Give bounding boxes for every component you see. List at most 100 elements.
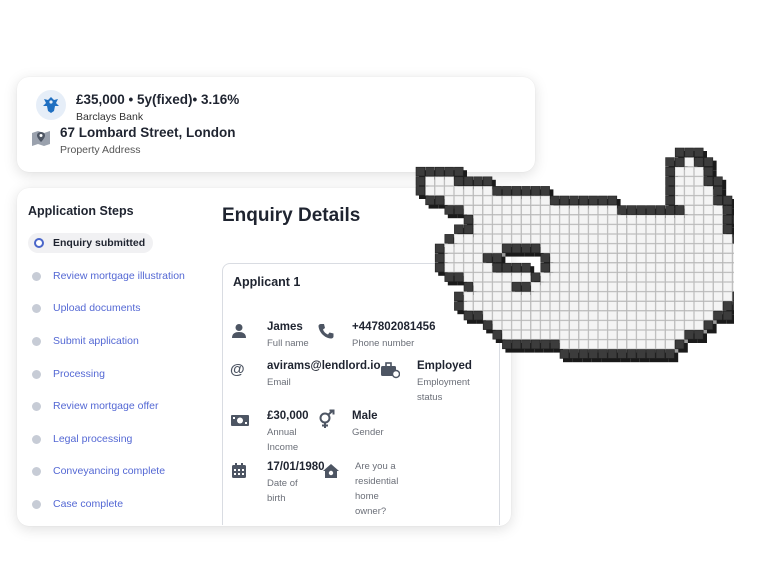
cursor-pixel (502, 301, 512, 311)
cursor-pixel (454, 272, 464, 282)
cursor-pixel (444, 243, 454, 254)
cursor-pixel (646, 262, 656, 273)
cursor-pixel (674, 234, 685, 244)
cursor-pixel (703, 176, 714, 186)
cursor-pixel (482, 253, 493, 263)
cursor-pixel (444, 176, 454, 186)
cursor-pixel (482, 320, 493, 330)
cursor-pixel (703, 157, 714, 167)
cursor-pixel (434, 176, 445, 186)
step-legal-processing[interactable]: Legal processing (28, 429, 132, 449)
cursor-pixel (617, 205, 627, 215)
cursor-pixel (588, 310, 598, 321)
step-label: Review mortgage illustration (53, 270, 185, 282)
cursor-pixel (530, 291, 541, 302)
cursor-pixel (511, 224, 522, 234)
cursor-pixel (655, 224, 666, 234)
cursor-pixel (665, 157, 675, 167)
step-review-mortgage-illustration[interactable]: Review mortgage illustration (28, 266, 185, 286)
cursor-pixel (559, 349, 570, 359)
cursor-pixel (588, 205, 598, 215)
cursor-pixel (626, 214, 637, 225)
income-value: £30,000 (267, 410, 309, 422)
cursor-pixel (665, 195, 675, 206)
cursor-pixel (569, 349, 579, 359)
gender-value: Male (352, 410, 378, 422)
cursor-pixel (655, 349, 666, 359)
cursor-pixel (674, 205, 685, 215)
cursor-pixel (434, 186, 445, 196)
bank-name: Barclays Bank (76, 111, 144, 123)
cursor-pixel (521, 282, 531, 292)
step-status-icon (32, 499, 41, 509)
cursor-pixel (492, 234, 502, 244)
cursor-pixel (540, 282, 550, 292)
cursor-pixel (588, 253, 598, 263)
home-icon (322, 462, 340, 480)
cursor-pixel (550, 262, 560, 273)
step-processing[interactable]: Processing (28, 364, 105, 384)
cursor-pixel (511, 301, 522, 311)
cursor-pixel (646, 205, 656, 215)
cursor-pixel (636, 339, 646, 350)
cursor-pixel (550, 243, 560, 254)
cursor-pixel (463, 272, 474, 282)
cursor-pixel (617, 320, 627, 330)
cursor-pixel (694, 157, 704, 167)
cursor-pixel (684, 147, 694, 158)
cursor-pixel (492, 301, 502, 311)
cursor-pixel (454, 186, 464, 196)
cursor-pixel (598, 205, 608, 215)
cursor-pixel (550, 301, 560, 311)
step-enquiry-submitted[interactable]: Enquiry submitted (28, 233, 154, 253)
cursor-pixel (636, 262, 646, 273)
cursor-pixel (511, 272, 522, 282)
cursor-pixel (655, 205, 666, 215)
cursor-pixel (694, 272, 704, 282)
cursor-pixel (463, 253, 474, 263)
cursor-pixel (607, 234, 618, 244)
cursor-pixel (665, 330, 675, 340)
cursor-pixel (473, 195, 483, 206)
cursor-pixel (684, 253, 694, 263)
cursor-pixel (732, 243, 734, 254)
cursor-pixel (607, 195, 618, 206)
cursor-pixel (444, 272, 454, 282)
cursor-pixel (636, 301, 646, 311)
cursor-pixel (607, 272, 618, 282)
step-upload-documents[interactable]: Upload documents (28, 298, 141, 318)
cursor-pixel (492, 291, 502, 302)
cursor-pixel (694, 253, 704, 263)
cursor-pixel (665, 301, 675, 311)
step-conveyancing-complete[interactable]: Conveyancing complete (28, 461, 165, 481)
cursor-pixel (473, 272, 483, 282)
step-submit-application[interactable]: Submit application (28, 331, 139, 351)
cursor-pixel (540, 224, 550, 234)
cursor-pixel (694, 310, 704, 321)
cursor-pixel (540, 195, 550, 206)
cursor-pixel (540, 301, 550, 311)
cursor-pixel (626, 310, 637, 321)
cursor-pixel (425, 186, 435, 196)
cursor-pixel (703, 205, 714, 215)
cursor-pixel (578, 253, 589, 263)
cursor-pixel (569, 205, 579, 215)
cursor-pixel (674, 224, 685, 234)
step-case-complete[interactable]: Case complete (28, 494, 123, 514)
cursor-pixel (732, 262, 734, 273)
step-label: Submit application (53, 335, 139, 347)
cursor-pixel (665, 339, 675, 350)
cursor-pixel (540, 253, 550, 263)
step-review-mortgage-offer[interactable]: Review mortgage offer (28, 396, 158, 416)
cursor-pixel (732, 282, 734, 292)
cursor-pixel (492, 243, 502, 254)
cursor-pixel (540, 234, 550, 244)
cursor-pixel (626, 234, 637, 244)
cursor-pixel (684, 262, 694, 273)
cursor-pixel (598, 234, 608, 244)
cursor-pixel (607, 243, 618, 254)
cursor-pixel (454, 224, 464, 234)
cursor-pixel (636, 234, 646, 244)
cursor-pixel (569, 262, 579, 273)
cursor-pixel (665, 320, 675, 330)
